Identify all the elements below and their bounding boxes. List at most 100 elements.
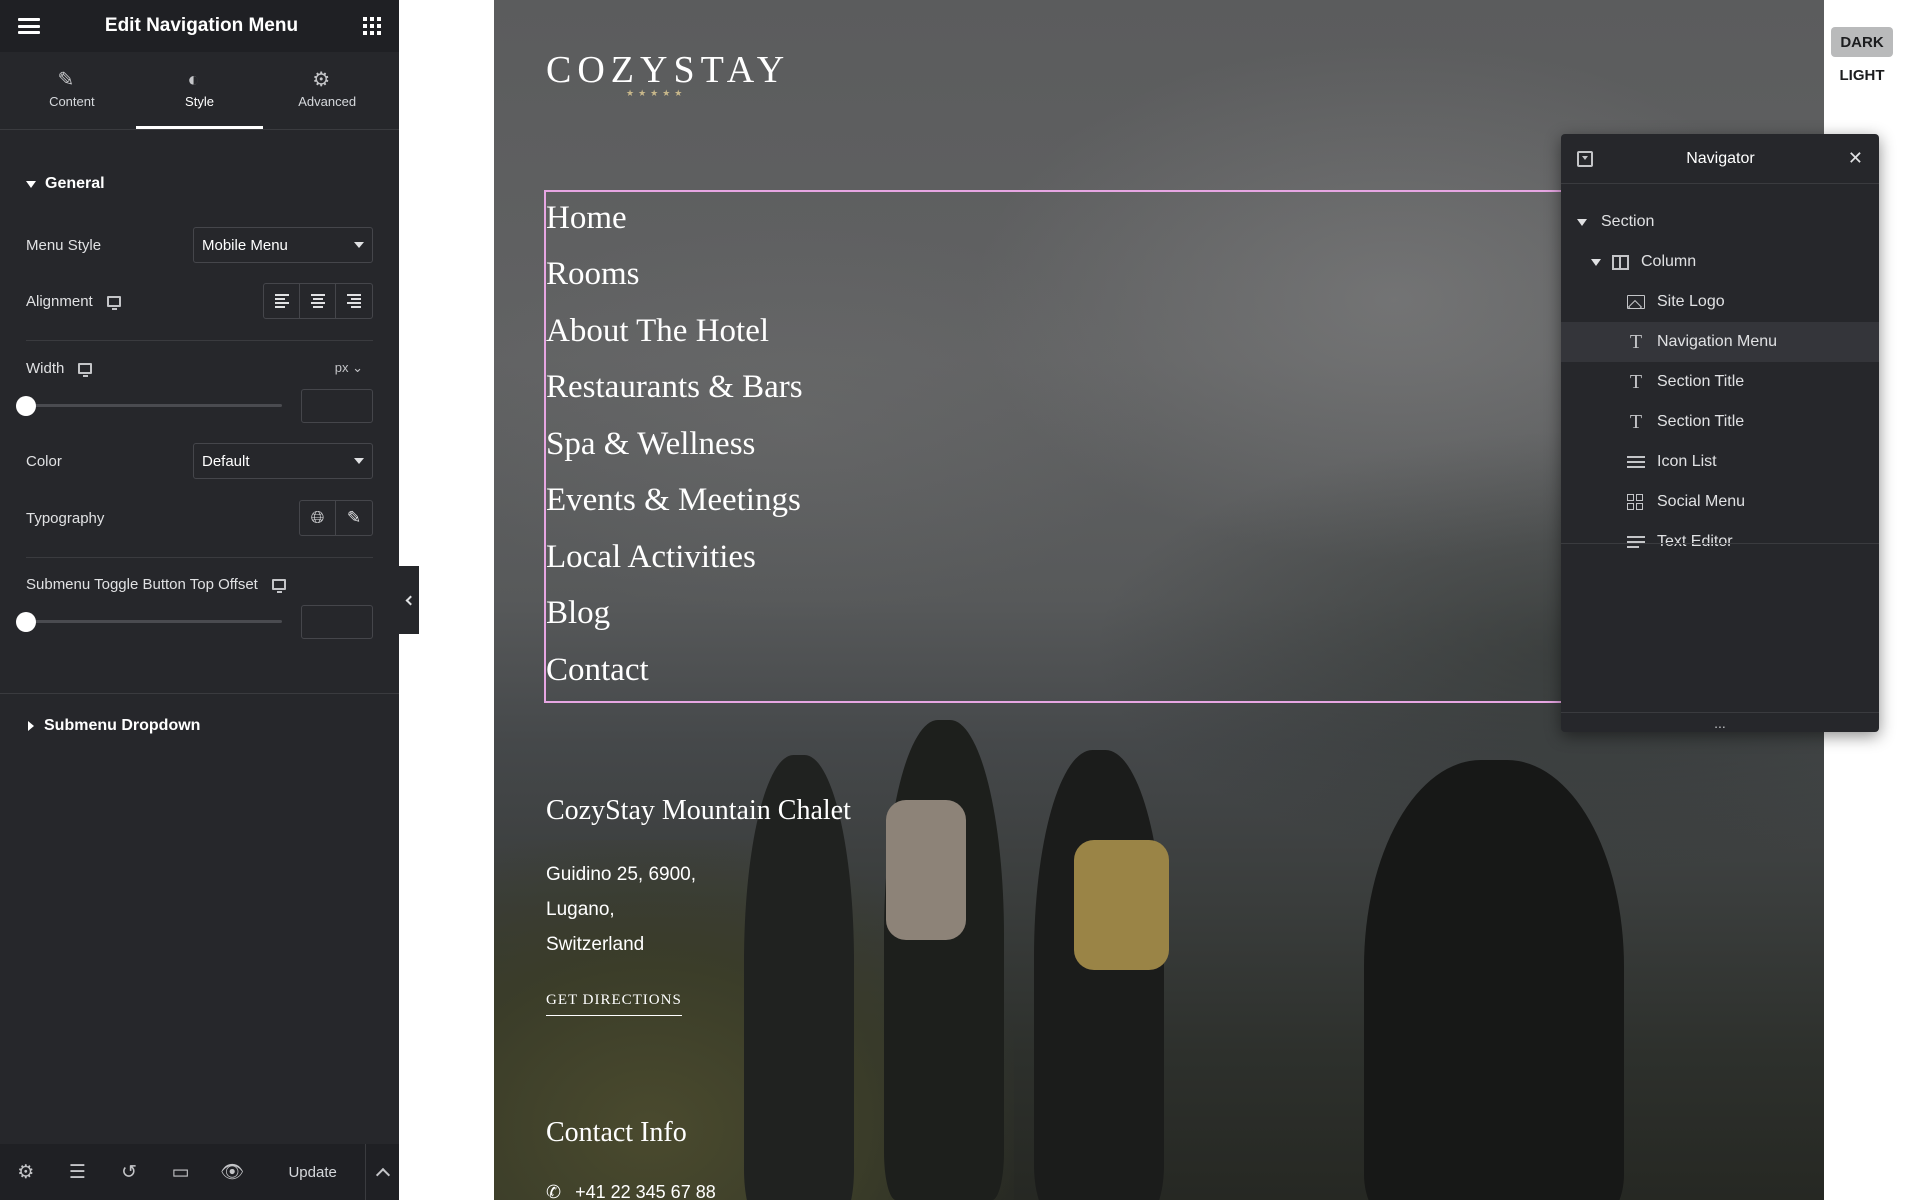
- hamburger-menu-icon[interactable]: [18, 18, 40, 34]
- general-section-toggle[interactable]: General: [0, 172, 131, 196]
- tree-item-label: Section: [1601, 213, 1655, 230]
- alignment-label: Alignment: [26, 292, 93, 310]
- submenu-offset-slider-track[interactable]: [26, 620, 282, 623]
- text-icon: T: [1629, 411, 1643, 433]
- typography-buttons: 🌐︎ ✎: [299, 500, 373, 536]
- tree-item-label: Section Title: [1657, 413, 1745, 430]
- layers-icon[interactable]: ☰: [52, 1144, 104, 1200]
- menu-style-select[interactable]: Mobile Menu: [193, 227, 373, 263]
- nav-item-about[interactable]: About The Hotel: [546, 313, 769, 350]
- color-label: Color: [26, 452, 62, 470]
- grid-icon: [1627, 494, 1645, 510]
- site-logo[interactable]: COZYSTAY: [546, 48, 790, 92]
- nav-item-home[interactable]: Home: [546, 200, 627, 237]
- tree-item-site-logo[interactable]: Site Logo: [1561, 282, 1879, 322]
- menu-style-row: Menu Style Mobile Menu: [26, 227, 373, 263]
- color-row: Color Default: [26, 443, 373, 479]
- navigator-resize-handle[interactable]: ...: [1561, 712, 1879, 732]
- menu-style-value: Mobile Menu: [202, 236, 288, 254]
- color-select[interactable]: Default: [193, 443, 373, 479]
- align-right-button[interactable]: [336, 284, 372, 318]
- width-slider-handle[interactable]: [16, 396, 36, 416]
- pencil-icon: ✎: [57, 69, 75, 91]
- tab-content[interactable]: ✎ Content: [8, 52, 136, 129]
- tree-item-section-title[interactable]: T Section Title: [1561, 402, 1879, 442]
- preview-eye-icon[interactable]: 👁︎: [206, 1144, 258, 1200]
- submenu-offset-row: Submenu Toggle Button Top Offset: [26, 572, 373, 596]
- backpack-shape: [886, 800, 966, 940]
- panel-header: Edit Navigation Menu: [0, 0, 399, 52]
- menu-style-label: Menu Style: [26, 236, 102, 254]
- address-line: Guidino 25, 6900,: [546, 864, 697, 885]
- tree-item-label: Icon List: [1657, 453, 1717, 470]
- column-icon: [1611, 254, 1629, 270]
- nav-item-events[interactable]: Events & Meetings: [546, 482, 801, 519]
- tree-item-label: Text Editor: [1657, 533, 1733, 550]
- navigator-title: Navigator: [1686, 149, 1755, 167]
- save-options-button[interactable]: [365, 1144, 399, 1200]
- phone-icon: ✆: [546, 1182, 562, 1200]
- alignment-row: Alignment: [26, 283, 373, 319]
- width-input[interactable]: [301, 389, 373, 423]
- hiker-silhouette: [1034, 750, 1164, 1200]
- tree-item-column[interactable]: Column: [1561, 242, 1879, 282]
- nav-item-restaurants[interactable]: Restaurants & Bars: [546, 369, 803, 406]
- nav-item-contact[interactable]: Contact: [546, 652, 649, 689]
- resize-dots: ...: [1714, 714, 1726, 731]
- caret-down-icon: [26, 180, 36, 188]
- hiker-silhouette: [1364, 760, 1624, 1200]
- tree-item-social-menu[interactable]: Social Menu: [1561, 482, 1879, 522]
- width-unit-select[interactable]: px ⌄: [335, 360, 363, 376]
- typography-label: Typography: [26, 509, 105, 527]
- nav-item-activities[interactable]: Local Activities: [546, 539, 756, 576]
- align-center-button[interactable]: [300, 284, 336, 318]
- nav-item-spa[interactable]: Spa & Wellness: [546, 426, 755, 463]
- navigator-header[interactable]: Navigator ✕: [1561, 134, 1879, 184]
- dark-mode-button[interactable]: DARK: [1831, 27, 1893, 57]
- phone-number[interactable]: +41 22 345 67 88: [575, 1182, 716, 1200]
- submenu-dropdown-section-toggle[interactable]: Submenu Dropdown: [2, 714, 226, 738]
- desktop-responsive-icon[interactable]: [271, 578, 286, 593]
- tree-item-section[interactable]: Section: [1561, 202, 1879, 242]
- submenu-offset-label: Submenu Toggle Button Top Offset: [26, 575, 258, 593]
- nav-item-rooms[interactable]: Rooms: [546, 256, 640, 293]
- divider: [26, 557, 373, 558]
- desktop-responsive-icon[interactable]: [106, 295, 121, 310]
- light-mode-button[interactable]: LIGHT: [1831, 62, 1893, 88]
- tree-item-text-editor[interactable]: Text Editor: [1561, 522, 1879, 562]
- submenu-offset-input[interactable]: [301, 605, 373, 639]
- history-icon[interactable]: ↺: [103, 1144, 155, 1200]
- width-unit: px: [334, 360, 349, 375]
- typography-row: Typography 🌐︎ ✎: [26, 500, 373, 536]
- image-icon: [1627, 294, 1645, 310]
- globe-icon[interactable]: 🌐︎: [300, 501, 336, 535]
- align-left-button[interactable]: [264, 284, 300, 318]
- editor-panel: Edit Navigation Menu ✎ Content ◐ Style ⚙…: [0, 0, 399, 1200]
- update-button[interactable]: Update: [260, 1144, 365, 1200]
- settings-gear-icon[interactable]: ⚙: [0, 1144, 52, 1200]
- responsive-mode-icon[interactable]: ▭: [155, 1144, 207, 1200]
- tree-item-section-title[interactable]: T Section Title: [1561, 362, 1879, 402]
- get-directions-link[interactable]: GET DIRECTIONS: [546, 992, 682, 1016]
- tab-advanced[interactable]: ⚙ Advanced: [263, 52, 391, 129]
- submenu-offset-slider-handle[interactable]: [16, 612, 36, 632]
- align-center-icon: [310, 294, 325, 308]
- widgets-grid-icon[interactable]: [363, 17, 381, 35]
- paragraph-icon: [1627, 534, 1645, 550]
- tree-item-icon-list[interactable]: Icon List: [1561, 442, 1879, 482]
- width-slider-track[interactable]: [26, 404, 282, 407]
- tree-item-navigation-menu[interactable]: T Navigation Menu: [1561, 322, 1879, 362]
- contact-info-title: Contact Info: [546, 1117, 687, 1148]
- collapse-all-icon[interactable]: [1577, 150, 1593, 167]
- divider: [26, 340, 373, 341]
- close-icon[interactable]: ✕: [1848, 148, 1863, 169]
- tree-item-label: Section Title: [1657, 373, 1745, 390]
- panel-tabs: ✎ Content ◐ Style ⚙ Advanced: [0, 52, 399, 130]
- align-left-icon: [274, 294, 289, 308]
- pencil-edit-icon[interactable]: ✎: [336, 501, 372, 535]
- panel-collapse-toggle[interactable]: [399, 566, 419, 634]
- tree-item-label: Navigation Menu: [1657, 333, 1778, 350]
- tab-style[interactable]: ◐ Style: [135, 52, 264, 129]
- nav-item-blog[interactable]: Blog: [546, 595, 610, 632]
- desktop-responsive-icon[interactable]: [78, 362, 93, 377]
